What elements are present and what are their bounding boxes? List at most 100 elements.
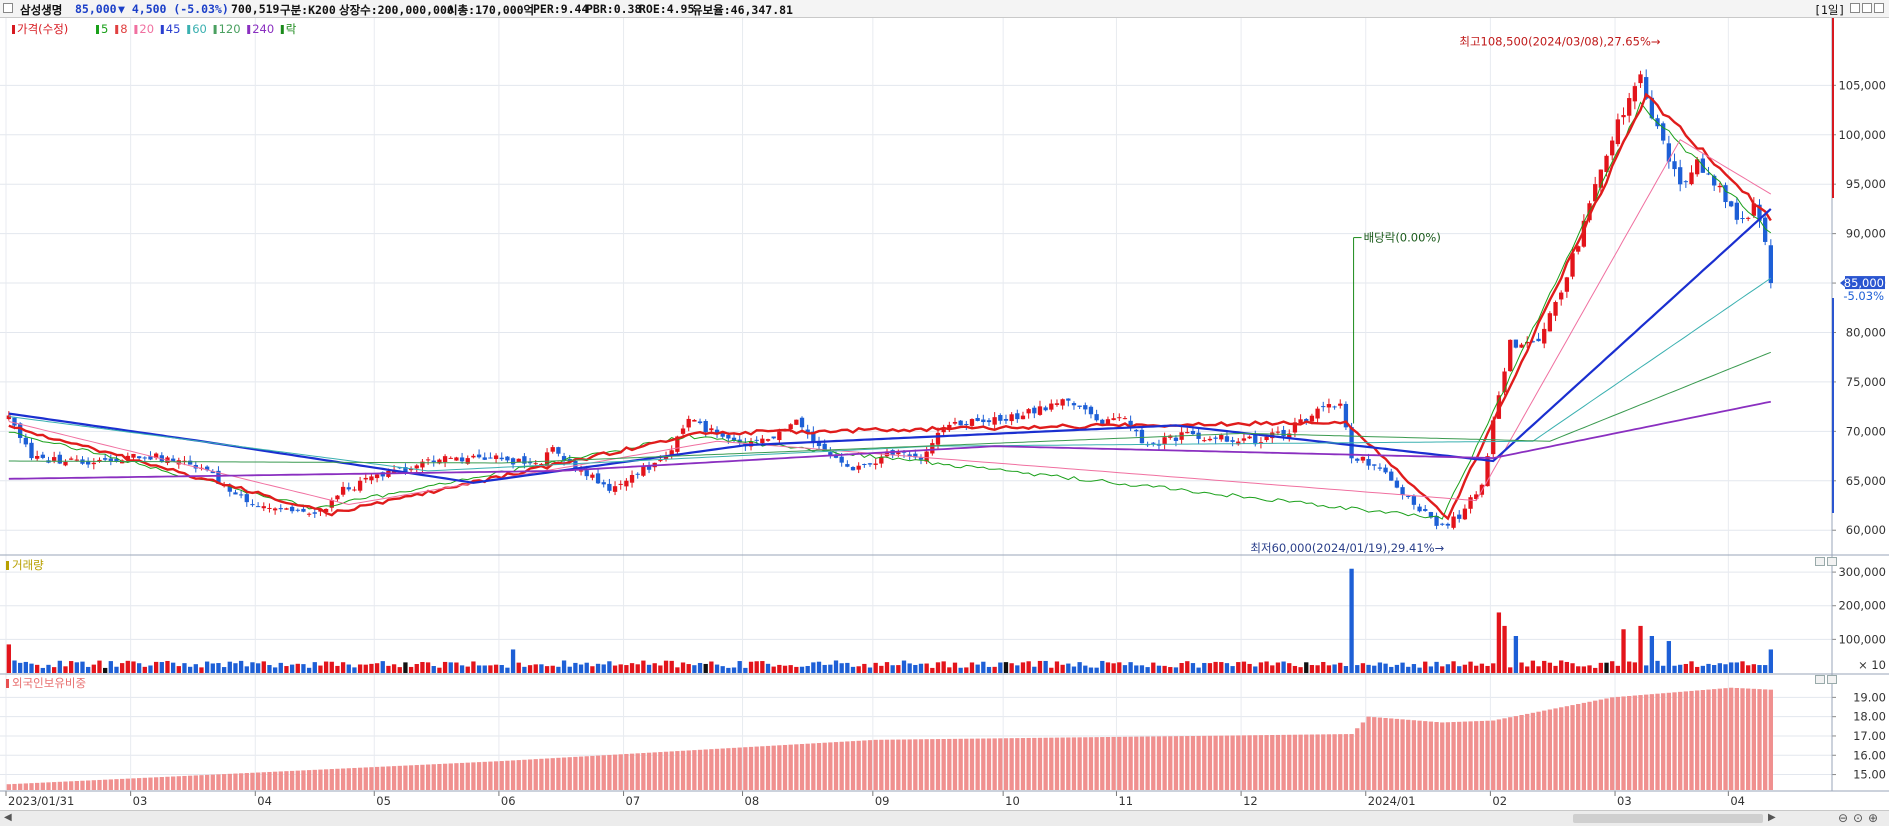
candle bbox=[278, 508, 283, 510]
window-minimize-button[interactable] bbox=[1850, 3, 1860, 13]
candle bbox=[454, 457, 459, 461]
zoom-out-icon[interactable]: ⊖ bbox=[1838, 811, 1848, 825]
foreign-ownership-bar bbox=[1428, 721, 1434, 790]
volume-bar bbox=[1627, 661, 1632, 673]
foreign-ownership-bar bbox=[1542, 710, 1547, 790]
foreign-panel-close-button[interactable] bbox=[1827, 675, 1837, 684]
foreign-ownership-bar bbox=[1185, 736, 1190, 790]
candle bbox=[584, 470, 589, 477]
volume-bar bbox=[80, 661, 85, 673]
volume-bar bbox=[629, 663, 635, 673]
volume-bar bbox=[765, 663, 771, 673]
volume-bar bbox=[573, 662, 578, 673]
stock-chart[interactable]: 60,000 65,000 70,000 75,000 80,000 85,000 90,0… bbox=[0, 18, 1889, 810]
scroll-right-icon[interactable]: ▶ bbox=[1768, 812, 1776, 823]
candle bbox=[261, 506, 266, 509]
candle bbox=[918, 457, 924, 460]
window-close-button[interactable] bbox=[1874, 3, 1884, 13]
foreign-ownership-bar bbox=[329, 769, 334, 790]
candle bbox=[550, 447, 555, 452]
foreign-ownership-bar bbox=[46, 782, 51, 790]
legend-label-1: 5 bbox=[101, 22, 108, 36]
zoom-reset-icon[interactable]: ⊙ bbox=[1853, 811, 1863, 825]
volume-bar bbox=[1230, 666, 1235, 673]
volume-bar bbox=[1751, 664, 1756, 673]
foreign-ownership-bar bbox=[578, 756, 584, 790]
foreign-ownership-bar bbox=[505, 760, 510, 790]
price-axis-tick-label: 95,000 bbox=[1846, 177, 1886, 191]
volume-bar bbox=[924, 663, 929, 673]
volume-bar bbox=[476, 665, 482, 673]
volume-panel-close-button[interactable] bbox=[1827, 557, 1837, 566]
foreign-ownership-bar bbox=[221, 774, 227, 790]
volume-bar bbox=[414, 664, 419, 673]
foreign-ownership-bar bbox=[1224, 735, 1230, 790]
window-maximize-button[interactable] bbox=[1862, 3, 1872, 13]
candle bbox=[1020, 415, 1026, 420]
zoom-in-icon[interactable]: ⊕ bbox=[1868, 811, 1878, 825]
market-cap: 시총:170,000억 bbox=[447, 3, 535, 17]
volume-bar bbox=[1168, 667, 1173, 673]
volume-bar bbox=[709, 661, 714, 673]
candle bbox=[777, 431, 782, 441]
volume-bar bbox=[448, 662, 453, 673]
period-label[interactable]: [1일] bbox=[1814, 2, 1845, 18]
candle bbox=[1162, 437, 1167, 445]
candle bbox=[1559, 292, 1564, 300]
volume-bar bbox=[369, 663, 374, 673]
foreign-ownership-bar bbox=[1491, 720, 1496, 790]
time-tick-label: 08 bbox=[745, 794, 760, 808]
volume-bar bbox=[1536, 666, 1541, 673]
volume-bar bbox=[522, 666, 527, 673]
foreign-ownership-bar bbox=[1366, 716, 1371, 790]
candle bbox=[1247, 436, 1252, 439]
volume-bar bbox=[1615, 665, 1621, 673]
candle bbox=[1037, 406, 1043, 415]
legend-label-4: 45 bbox=[166, 22, 181, 36]
candle bbox=[1627, 98, 1632, 116]
foreign-ownership-bar bbox=[692, 750, 697, 790]
scroll-thumb[interactable] bbox=[1573, 814, 1763, 823]
candle bbox=[1372, 464, 1377, 466]
foreign-panel-minimize-button[interactable] bbox=[1815, 675, 1825, 684]
foreign-ownership-bar bbox=[607, 754, 612, 790]
volume-bar bbox=[221, 667, 227, 673]
horizontal-scrollbar[interactable]: ◀ ▶ ⊖ ⊙ ⊕ bbox=[0, 810, 1889, 826]
foreign-ownership-bar bbox=[1604, 698, 1609, 790]
candle bbox=[1462, 508, 1468, 520]
volume-bar bbox=[1355, 665, 1360, 673]
foreign-ownership-bar bbox=[561, 757, 567, 790]
volume-bar bbox=[964, 667, 969, 673]
candle bbox=[1190, 430, 1196, 435]
candle bbox=[136, 456, 142, 459]
volume-bar bbox=[1037, 660, 1043, 673]
volume-bar bbox=[1598, 662, 1604, 673]
volume-bar bbox=[1236, 662, 1241, 673]
foreign-ownership-bar bbox=[1326, 734, 1332, 790]
candle bbox=[459, 457, 465, 462]
foreign-ownership-bar bbox=[1145, 736, 1150, 790]
foreign-ownership-bar bbox=[397, 765, 402, 790]
volume-bar bbox=[930, 667, 935, 673]
foreign-ownership-bar bbox=[1377, 717, 1383, 790]
volume-bar bbox=[255, 663, 261, 673]
foreign-ownership-bar bbox=[97, 779, 102, 790]
header-checkbox[interactable] bbox=[3, 3, 13, 13]
volume-bar bbox=[516, 662, 521, 673]
volume-bar bbox=[782, 665, 788, 673]
foreign-ownership-bar bbox=[1411, 720, 1417, 790]
scroll-left-icon[interactable]: ◀ bbox=[4, 812, 12, 823]
candle bbox=[482, 457, 487, 460]
foreign-ownership-bar bbox=[680, 750, 686, 790]
volume-bar bbox=[40, 667, 45, 673]
foreign-ownership-bar bbox=[312, 769, 317, 790]
volume-panel-minimize-button[interactable] bbox=[1815, 557, 1825, 566]
candle bbox=[1638, 74, 1643, 84]
foreign-ownership-bar bbox=[1638, 695, 1643, 790]
foreign-ownership-bar bbox=[1485, 720, 1490, 790]
foreign-ownership-bar bbox=[391, 766, 397, 790]
foreign-ownership-bar bbox=[748, 746, 754, 790]
foreign-ownership-bar bbox=[1349, 734, 1354, 790]
foreign-ownership-bar bbox=[1496, 719, 1502, 790]
volume-bar bbox=[1383, 663, 1388, 673]
